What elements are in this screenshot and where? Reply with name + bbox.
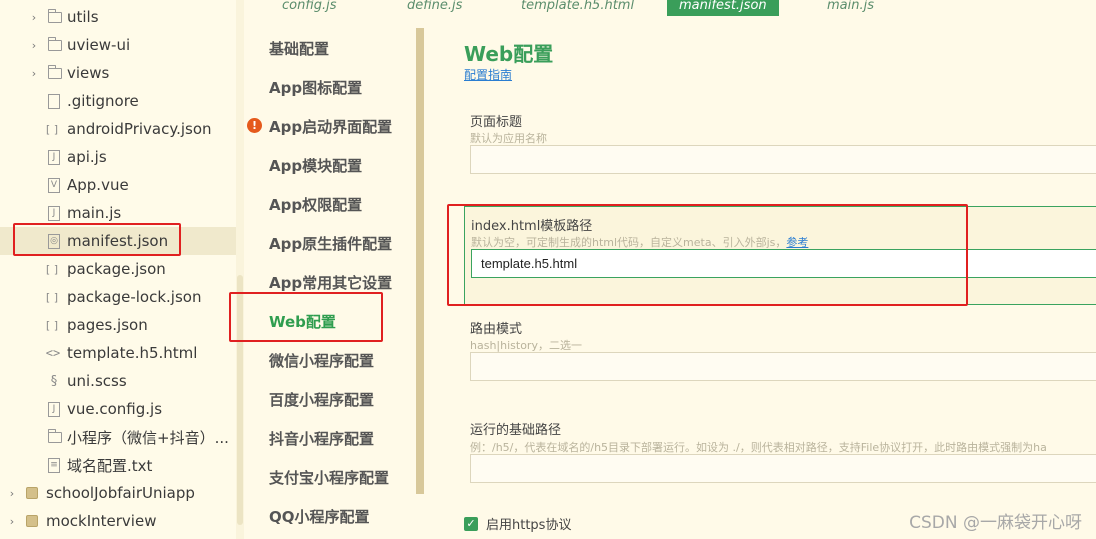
file-explorer: › utils › uview-ui › views .gitignore []… xyxy=(0,0,236,539)
tree-item-template-h5-html[interactable]: <> template.h5.html xyxy=(0,339,236,367)
tree-item-label: schoolJobfairUniapp xyxy=(46,484,195,502)
tree-item-views[interactable]: › views xyxy=(0,59,236,87)
json-icon: [] xyxy=(44,318,62,332)
nav-divider xyxy=(416,28,424,494)
tree-item-label: package-lock.json xyxy=(67,288,202,306)
page-title: Web配置 xyxy=(464,42,554,66)
tree-item-label: vue.config.js xyxy=(67,400,163,418)
chevron-right-icon[interactable]: › xyxy=(29,11,39,24)
tree-item-api-js[interactable]: J api.js xyxy=(0,143,236,171)
tab-config-js[interactable]: config.js xyxy=(282,0,337,16)
nav-basic-config[interactable]: 基础配置 xyxy=(269,38,329,59)
tree-item-label: pages.json xyxy=(67,316,148,334)
chevron-right-icon[interactable]: › xyxy=(29,39,39,52)
editor-tabs: config.js define.js template.h5.html man… xyxy=(244,0,1096,16)
nav-app-other-settings[interactable]: App常用其它设置 xyxy=(269,272,392,293)
nav-app-splash-config[interactable]: App启动界面配置 xyxy=(269,116,392,137)
nav-wechat-miniprogram-config[interactable]: 微信小程序配置 xyxy=(269,350,374,371)
tab-manifest-json[interactable]: manifest.json xyxy=(667,0,779,16)
router-mode-label: 路由模式 xyxy=(470,322,523,337)
tree-item-label: uview-ui xyxy=(67,36,131,54)
tree-item-label: mockInterview xyxy=(46,512,157,530)
nav-qq-miniprogram-config[interactable]: QQ小程序配置 xyxy=(269,506,370,527)
folder-icon xyxy=(48,8,62,25)
tree-item-project-schooljobfair[interactable]: › schoolJobfairUniapp xyxy=(0,479,236,507)
highlight-box-web-config xyxy=(229,292,383,342)
tree-item-label: utils xyxy=(67,8,99,26)
folder-icon xyxy=(48,428,62,445)
base-path-hint: 例：/h5/，代表在域名的/h5目录下部署运行。如设为 ./，则代表相对路径，支… xyxy=(470,441,1047,454)
https-option[interactable]: ✓ 启用https协议 xyxy=(464,514,571,533)
router-mode-input[interactable] xyxy=(470,352,1096,381)
tree-item-label: views xyxy=(67,64,110,82)
tab-main-js[interactable]: main.js xyxy=(827,0,874,16)
vue-file-icon: V xyxy=(47,177,61,193)
chevron-right-icon[interactable]: › xyxy=(29,67,39,80)
page-title-label: 页面标题 xyxy=(470,115,523,130)
tree-item-label: .gitignore xyxy=(67,92,139,110)
nav-app-permission-config[interactable]: App权限配置 xyxy=(269,194,362,215)
project-icon xyxy=(25,513,39,529)
tree-item-utils[interactable]: › utils xyxy=(0,3,236,31)
tree-item-label: uni.scss xyxy=(67,372,127,390)
nav-app-module-config[interactable]: App模块配置 xyxy=(269,155,362,176)
base-path-input[interactable] xyxy=(470,454,1096,483)
nav-app-native-plugin-config[interactable]: App原生插件配置 xyxy=(269,233,392,254)
tree-item-package-lock-json[interactable]: [] package-lock.json xyxy=(0,283,236,311)
manifest-settings-nav: 基础配置 App图标配置 ! App启动界面配置 App模块配置 App权限配置… xyxy=(244,28,416,539)
scss-icon: § xyxy=(50,373,58,389)
js-file-icon: J xyxy=(47,401,61,417)
folder-icon xyxy=(48,64,62,81)
tree-item-label: package.json xyxy=(67,260,166,278)
tree-item-label: main.js xyxy=(67,204,122,222)
tree-item-label: App.vue xyxy=(67,176,129,194)
nav-alipay-miniprogram-config[interactable]: 支付宝小程序配置 xyxy=(269,467,389,488)
tree-item-pages-json[interactable]: [] pages.json xyxy=(0,311,236,339)
tree-item-label: api.js xyxy=(67,148,107,166)
tree-item-label: androidPrivacy.json xyxy=(67,120,212,138)
json-icon: [] xyxy=(44,290,62,304)
page-title-hint: 默认为应用名称 xyxy=(470,132,547,145)
config-guide-link[interactable]: 配置指南 xyxy=(464,66,512,83)
tree-item-gitignore[interactable]: .gitignore xyxy=(0,87,236,115)
base-path-label: 运行的基础路径 xyxy=(470,423,562,438)
json-icon: [] xyxy=(44,262,62,276)
nav-baidu-miniprogram-config[interactable]: 百度小程序配置 xyxy=(269,389,374,410)
tree-item-vue-config-js[interactable]: J vue.config.js xyxy=(0,395,236,423)
https-label: 启用https协议 xyxy=(486,518,572,533)
js-file-icon: J xyxy=(47,205,61,221)
nav-douyin-miniprogram-config[interactable]: 抖音小程序配置 xyxy=(269,428,374,449)
warning-icon: ! xyxy=(247,118,262,133)
tree-item-uni-scss[interactable]: § uni.scss xyxy=(0,367,236,395)
router-mode-hint: hash|history，二选一 xyxy=(470,339,582,352)
folder-icon xyxy=(48,36,62,53)
tab-define-js[interactable]: define.js xyxy=(407,0,462,16)
https-checkbox[interactable]: ✓ xyxy=(464,516,478,531)
highlight-box-template-path xyxy=(447,204,968,306)
tree-item-label: 域名配置.txt xyxy=(67,456,153,475)
html-icon: <> xyxy=(45,346,61,360)
json-icon: [] xyxy=(44,122,62,136)
chevron-right-icon[interactable]: › xyxy=(7,515,17,528)
js-file-icon: J xyxy=(47,149,61,165)
chevron-right-icon[interactable]: › xyxy=(7,487,17,500)
highlight-box-manifest xyxy=(13,223,181,256)
tree-item-label: 小程序（微信+抖音）... xyxy=(67,428,229,447)
tree-item-domain-config-txt[interactable]: ≡ 域名配置.txt xyxy=(0,451,236,479)
explorer-scrollbar[interactable] xyxy=(236,0,244,539)
page-title-input[interactable] xyxy=(470,145,1096,174)
tree-item-app-vue[interactable]: V App.vue xyxy=(0,171,236,199)
txt-file-icon: ≡ xyxy=(47,457,61,473)
tree-item-androidprivacy-json[interactable]: [] androidPrivacy.json xyxy=(0,115,236,143)
tree-item-project-mockinterview[interactable]: › mockInterview xyxy=(0,507,236,535)
tree-item-label: template.h5.html xyxy=(67,344,198,362)
tree-item-uview-ui[interactable]: › uview-ui xyxy=(0,31,236,59)
file-icon xyxy=(47,93,61,109)
nav-app-icon-config[interactable]: App图标配置 xyxy=(269,77,362,98)
watermark: CSDN @一麻袋开心呀 xyxy=(909,513,1082,533)
tab-template-h5-html[interactable]: template.h5.html xyxy=(521,0,634,16)
tree-item-miniprogram-folder[interactable]: 小程序（微信+抖音）... xyxy=(0,423,236,451)
tree-item-package-json[interactable]: [] package.json xyxy=(0,255,236,283)
project-icon xyxy=(25,485,39,501)
